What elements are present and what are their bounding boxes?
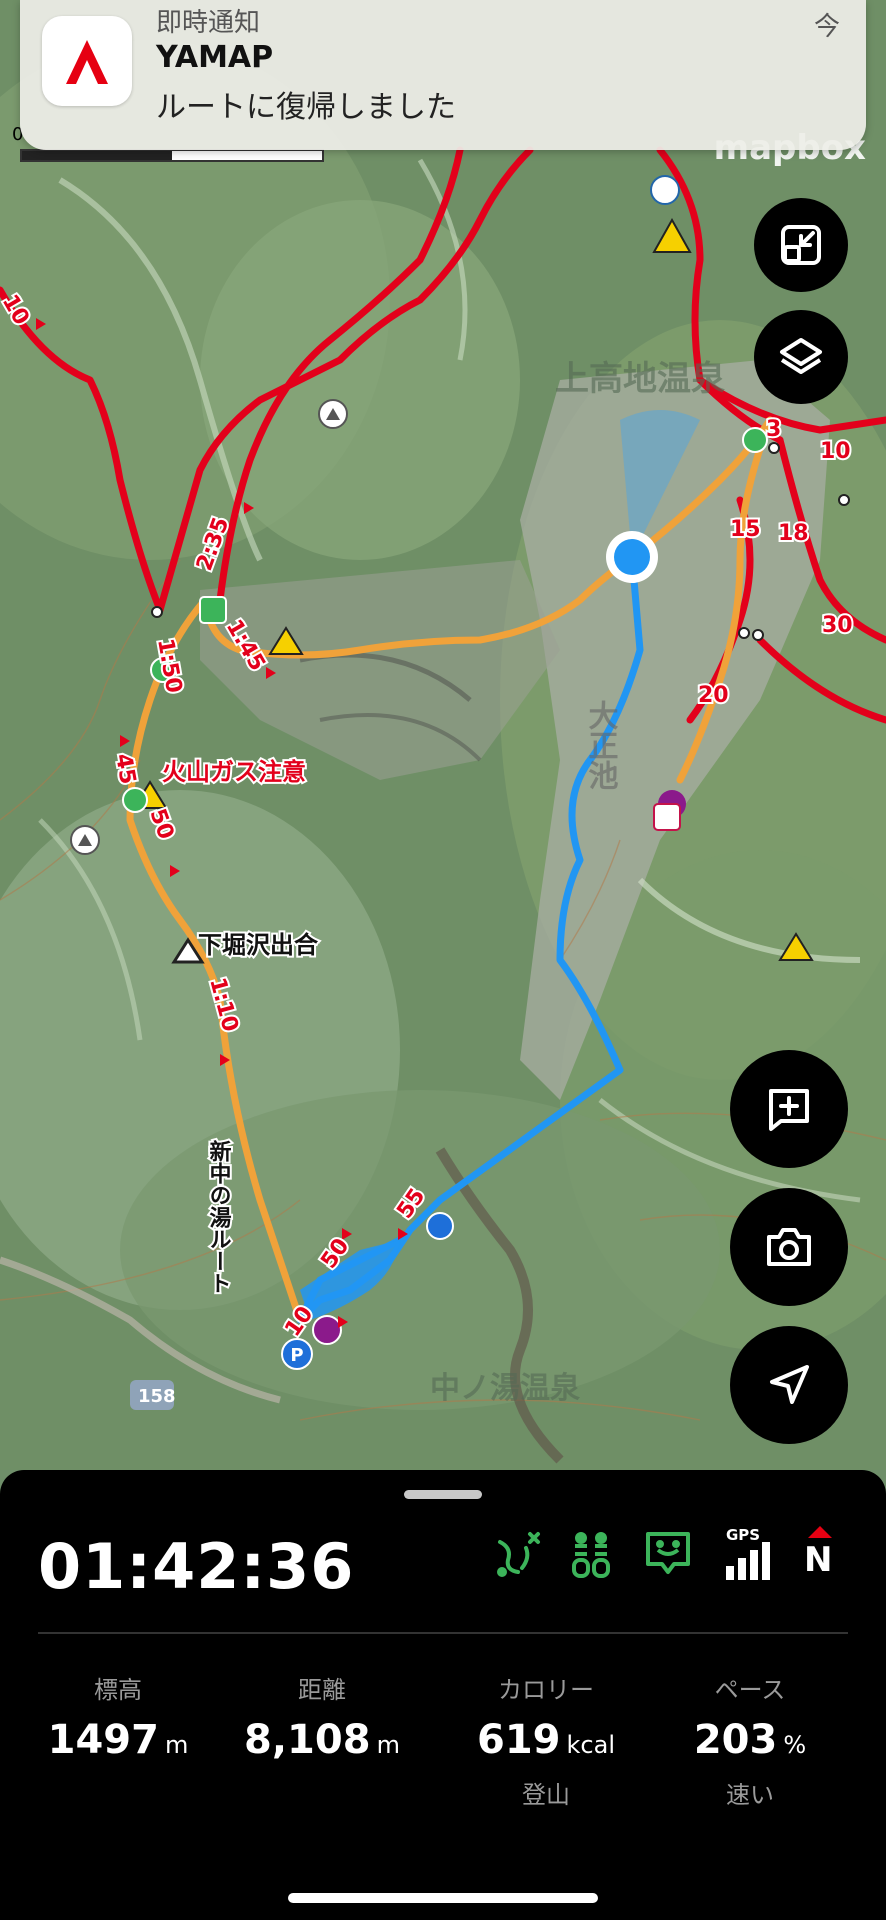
stat-sub-label: 速い xyxy=(726,1781,774,1809)
svg-text:P: P xyxy=(290,1345,303,1366)
place-label-shimohorisawa: 下堀沢出合 xyxy=(198,931,319,959)
camera-button[interactable] xyxy=(730,1188,848,1306)
stat-label: 距離 xyxy=(298,1676,346,1704)
stat-unit: % xyxy=(783,1731,807,1759)
road-number-label: 158 xyxy=(138,1386,176,1407)
time-label: 45 xyxy=(110,752,140,787)
time-label: 15 xyxy=(730,517,761,542)
map-layers-button[interactable] xyxy=(754,310,848,404)
stat-pace: ペース 203% 速い xyxy=(650,1670,850,1810)
stat-unit: kcal xyxy=(566,1731,615,1759)
people-icon[interactable] xyxy=(565,1528,617,1580)
gps-signal-icon[interactable]: GPS xyxy=(722,1526,774,1582)
stat-calories: カロリー 619 kcal 登山 xyxy=(446,1670,646,1810)
route-icon[interactable] xyxy=(492,1528,544,1580)
collapse-map-button[interactable] xyxy=(754,198,848,292)
stat-value: 8,108 xyxy=(244,1717,371,1763)
current-location-button[interactable] xyxy=(730,1326,848,1444)
route-label-nakanoyu: 新中の湯ルート xyxy=(206,1139,232,1294)
activity-bottom-sheet[interactable]: 01:42:36 GPS N 標高 1497 m 距離 8,108 m カロリー… xyxy=(0,1470,886,1920)
stat-label: ペース xyxy=(714,1676,786,1704)
stat-sub-label: 登山 xyxy=(522,1781,570,1809)
home-indicator[interactable] xyxy=(288,1893,598,1903)
notification-category: 即時通知 xyxy=(156,8,261,38)
compass-north-icon[interactable]: N xyxy=(800,1524,840,1584)
camera-icon xyxy=(767,1228,811,1266)
layers-icon xyxy=(780,338,822,374)
stat-elevation: 標高 1497 m xyxy=(18,1670,218,1763)
notification-message: ルートに復帰しました xyxy=(156,90,456,125)
yamap-app-icon xyxy=(42,16,132,106)
stats-divider xyxy=(38,1632,848,1634)
sheet-grab-handle[interactable] xyxy=(404,1490,482,1499)
warning-label-volcanic-gas: 火山ガス注意 xyxy=(162,758,306,786)
notification-banner[interactable]: 即時通知 YAMAP ルートに復帰しました 今 xyxy=(20,0,866,150)
stat-value: 619 xyxy=(477,1717,561,1763)
stat-label: 標高 xyxy=(94,1676,142,1704)
time-label: 30 xyxy=(822,613,853,638)
gps-label: GPS xyxy=(726,1526,761,1544)
time-label: 10 xyxy=(820,439,851,464)
notification-time: 今 xyxy=(813,12,840,42)
north-label: N xyxy=(804,1540,833,1580)
scale-bar xyxy=(20,149,324,162)
time-label: 3 xyxy=(766,417,781,442)
chat-icon[interactable] xyxy=(642,1528,694,1580)
place-label-kamikochi-onsen: 上高地温泉 xyxy=(555,359,725,399)
add-memo-icon xyxy=(769,1089,809,1131)
stat-distance: 距離 8,108 m xyxy=(222,1670,422,1763)
stat-value: 203 xyxy=(693,1717,778,1763)
stat-value: 1497 xyxy=(47,1717,159,1763)
time-label: 20 xyxy=(698,683,729,708)
location-arrow-icon xyxy=(770,1365,809,1404)
add-memo-button[interactable] xyxy=(730,1050,848,1168)
notification-app-name: YAMAP xyxy=(156,40,274,75)
place-label-taisho-ike: 大正池 xyxy=(583,700,619,790)
stat-unit: m xyxy=(164,1731,189,1759)
time-label: 18 xyxy=(778,521,809,546)
stat-unit: m xyxy=(376,1731,400,1759)
elapsed-timer: 01:42:36 xyxy=(38,1530,355,1603)
stat-label: カロリー xyxy=(498,1676,594,1704)
collapse-icon xyxy=(781,225,821,265)
place-label-nakanoyu-onsen: 中ノ湯温泉 xyxy=(430,1371,580,1406)
